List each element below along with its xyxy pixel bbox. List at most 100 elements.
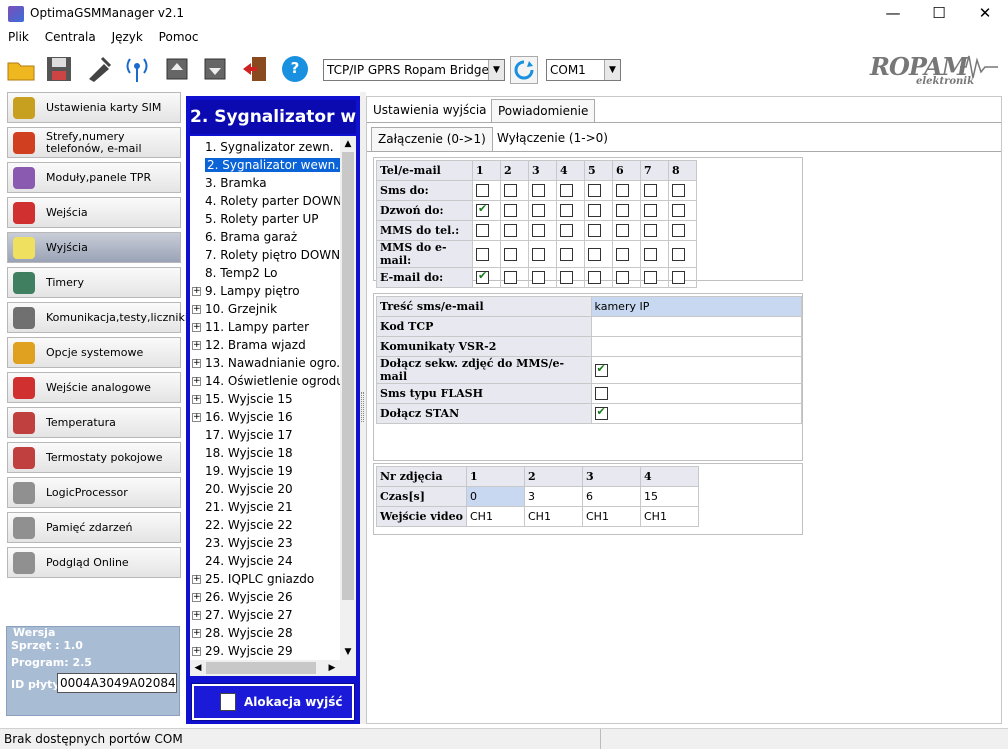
notify-checkbox[interactable] [616,247,629,261]
tree-hscroll-thumb[interactable] [206,662,316,674]
notify-checkbox[interactable] [644,247,657,261]
expand-icon[interactable]: + [192,323,201,332]
open-folder-icon[interactable] [6,54,36,84]
property-checkbox[interactable] [594,405,608,421]
notify-checkbox[interactable] [644,204,657,218]
tree-item[interactable]: +25. IQPLC gniazdo [192,570,314,588]
sidebar-item-10[interactable]: Temperatura [7,407,181,438]
output-allocation-button[interactable]: Alokacja wyjść [191,683,355,721]
notify-checkbox[interactable] [476,269,489,285]
tree-item[interactable]: 6. Brama garaż [205,228,297,246]
notify-checkbox[interactable] [504,224,517,238]
notify-checkbox[interactable] [588,224,601,238]
sidebar-item-5[interactable]: Wyjścia [7,232,181,263]
connection-select[interactable]: TCP/IP GPRS Ropam Bridge ▼ [323,59,505,81]
scroll-down-icon[interactable]: ▼ [340,644,356,660]
tree-item[interactable]: 2. Sygnalizator wewn. [205,156,342,174]
tree-item[interactable]: 7. Rolety piętro DOWN [205,246,340,264]
notify-checkbox[interactable] [616,224,629,238]
sidebar-item-1[interactable]: Ustawienia karty SIM [7,92,181,123]
tree-item[interactable]: 23. Wyjscie 23 [205,534,293,552]
notify-checkbox[interactable] [560,271,573,285]
notify-checkbox[interactable] [616,204,629,218]
photo-time-cell[interactable]: 15 [640,486,699,507]
notify-checkbox[interactable] [588,247,601,261]
menu-plik[interactable]: Plik [4,28,33,46]
tree-item[interactable]: 3. Bramka [205,174,267,192]
tree-item[interactable]: +28. Wyjscie 28 [192,624,293,642]
tree-item[interactable]: +16. Wyjscie 16 [192,408,293,426]
subtab-switch-on[interactable]: Załączenie (0->1) [371,127,493,151]
expand-icon[interactable]: + [192,287,201,296]
notify-checkbox[interactable] [504,247,517,261]
notify-checkbox[interactable] [616,184,629,198]
property-value[interactable] [590,383,803,404]
tree-item[interactable]: 1. Sygnalizator zewn. [205,138,334,156]
refresh-icon[interactable] [510,56,538,84]
notify-checkbox[interactable] [588,271,601,285]
minimize-button[interactable]: — [870,0,916,28]
menu-pomoc[interactable]: Pomoc [155,28,203,46]
notify-checkbox[interactable] [644,271,657,285]
notify-checkbox[interactable] [672,204,685,218]
scroll-up-icon[interactable]: ▲ [340,136,356,152]
notify-checkbox[interactable] [560,184,573,198]
sidebar-item-9[interactable]: Wejście analogowe [7,372,181,403]
sidebar-item-4[interactable]: Wejścia [7,197,181,228]
antenna-icon[interactable] [122,54,152,84]
sidebar-item-3[interactable]: Moduły,panele TPR [7,162,181,193]
tree-item[interactable]: +29. Wyjscie 29 [192,642,293,660]
photo-time-cell[interactable]: 3 [524,486,583,507]
menu-jezyk[interactable]: Język [108,28,147,46]
notify-checkbox[interactable] [476,224,489,238]
port-select[interactable]: COM1 ▼ [546,59,621,81]
sidebar-item-14[interactable]: Podgląd Online [7,547,181,578]
photo-video-cell[interactable]: CH1 [640,506,699,527]
notify-checkbox[interactable] [532,247,545,261]
tree-item[interactable]: 17. Wyjscie 17 [205,426,293,444]
sidebar-item-2[interactable]: Strefy,numery telefonów, e-mail [7,127,181,158]
expand-icon[interactable]: + [192,611,201,620]
sidebar-item-12[interactable]: LogicProcessor [7,477,181,508]
property-value[interactable] [590,403,803,424]
expand-icon[interactable]: + [192,395,201,404]
menu-centrala[interactable]: Centrala [41,28,100,46]
tree-item[interactable]: 8. Temp2 Lo [205,264,278,282]
notify-checkbox[interactable] [588,204,601,218]
scroll-right-icon[interactable]: ▶ [324,660,340,676]
tab-output-settings[interactable]: Ustawienia wyjścia [367,99,493,123]
expand-icon[interactable]: + [192,575,201,584]
notify-checkbox[interactable] [504,184,517,198]
property-value[interactable] [590,336,803,357]
notify-checkbox[interactable] [532,224,545,238]
tree-item[interactable]: 5. Rolety parter UP [205,210,319,228]
maximize-button[interactable]: ☐ [916,0,962,28]
tree-item[interactable]: +14. Oświetlenie ogrodu [192,372,344,390]
exit-door-icon[interactable] [240,54,270,84]
property-value[interactable] [590,356,803,384]
notify-checkbox[interactable] [616,271,629,285]
expand-icon[interactable]: + [192,629,201,638]
sidebar-item-8[interactable]: Opcje systemowe [7,337,181,368]
tree-item[interactable]: +26. Wyjscie 26 [192,588,293,606]
expand-icon[interactable]: + [192,341,201,350]
notify-checkbox[interactable] [532,204,545,218]
expand-icon[interactable]: + [192,305,201,314]
notify-checkbox[interactable] [588,184,601,198]
notify-checkbox[interactable] [560,204,573,218]
subtab-switch-off[interactable]: Wyłączenie (1->0) [491,127,614,151]
tree-item[interactable]: 21. Wyjscie 21 [205,498,293,516]
upload-chip-icon[interactable] [162,54,192,84]
tree-item[interactable]: +10. Grzejnik [192,300,277,318]
scroll-left-icon[interactable]: ◀ [190,660,206,676]
tree-item[interactable]: 20. Wyjscie 20 [205,480,293,498]
notify-checkbox[interactable] [644,224,657,238]
tree-item[interactable]: 18. Wyjscie 18 [205,444,293,462]
property-value[interactable] [590,316,803,337]
notify-checkbox[interactable] [504,204,517,218]
notify-checkbox[interactable] [476,184,489,198]
tree-item[interactable]: +27. Wyjscie 27 [192,606,293,624]
notify-checkbox[interactable] [532,271,545,285]
tree-item[interactable]: 4. Rolety parter DOWN [205,192,342,210]
notify-checkbox[interactable] [560,224,573,238]
